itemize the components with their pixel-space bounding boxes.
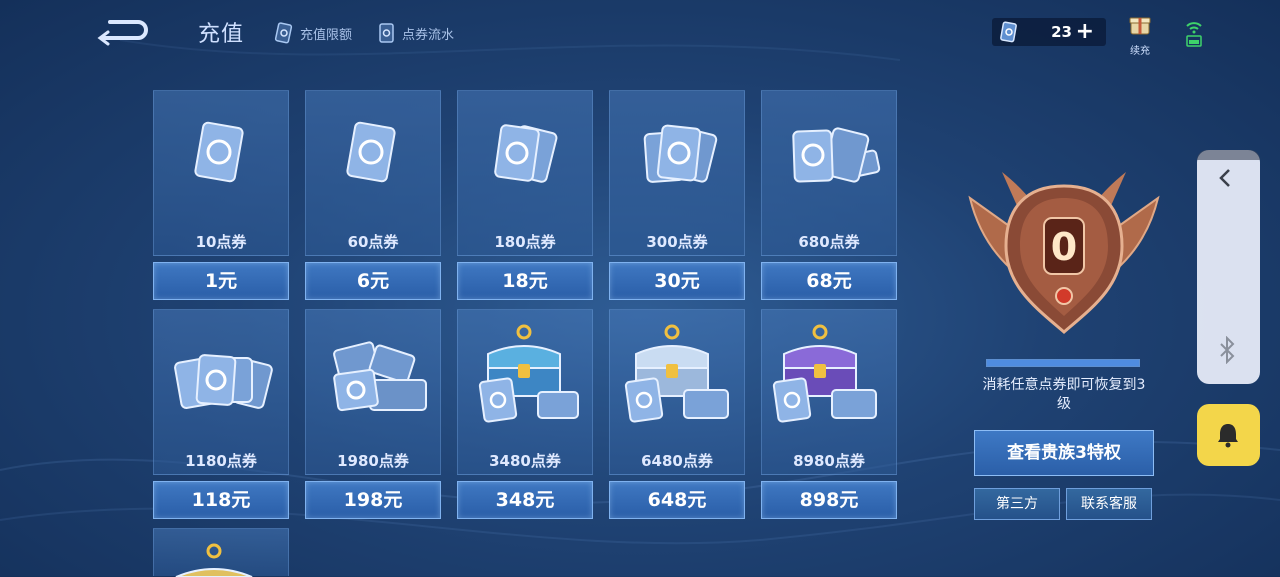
product-tile[interactable]: 60点券 bbox=[305, 90, 441, 256]
bell-icon bbox=[1218, 424, 1238, 448]
product-tile[interactable]: 6480点券 bbox=[609, 309, 745, 475]
wifi-battery-icon bbox=[1186, 22, 1202, 47]
coupon-icon bbox=[792, 127, 881, 183]
treasure-chest-icon bbox=[175, 543, 253, 577]
product-tile[interactable]: 1180点券 bbox=[153, 309, 289, 475]
coupon-icon bbox=[494, 124, 558, 183]
coupon-amount: 680点券 bbox=[798, 233, 860, 251]
product-tile[interactable]: 680点券 bbox=[761, 90, 897, 256]
price-button[interactable]: 30元 bbox=[609, 262, 745, 300]
price-button[interactable]: 6元 bbox=[305, 262, 441, 300]
coupon-amount: 300点券 bbox=[646, 233, 708, 251]
renew-label: 续充 bbox=[1130, 46, 1150, 57]
coupon-icon bbox=[174, 354, 273, 409]
coupon-amount: 180点券 bbox=[494, 233, 556, 251]
back-arrow-icon[interactable] bbox=[96, 16, 150, 46]
renew-button[interactable]: 续充 bbox=[1124, 14, 1156, 57]
noble-progress-fill bbox=[987, 360, 1139, 366]
coupon-record-icon bbox=[379, 23, 394, 43]
coupon-amount: 3480点券 bbox=[489, 452, 561, 470]
price-button[interactable]: 348元 bbox=[457, 481, 593, 519]
treasure-chest-icon bbox=[478, 324, 579, 423]
add-coupon-button[interactable]: + bbox=[1076, 19, 1094, 44]
product-tile[interactable]: 180点券 bbox=[457, 90, 593, 256]
notification-button[interactable] bbox=[1197, 404, 1260, 466]
product-tile[interactable]: 8980点券 bbox=[761, 309, 897, 475]
price-button[interactable]: 68元 bbox=[761, 262, 897, 300]
coupon-amount: 1180点券 bbox=[185, 452, 257, 470]
price-button[interactable]: 118元 bbox=[153, 481, 289, 519]
product-tile[interactable]: 300点券 bbox=[609, 90, 745, 256]
treasure-chest-icon bbox=[624, 324, 729, 423]
coupon-icon bbox=[346, 121, 396, 183]
product-tile[interactable]: 3480点券 bbox=[457, 309, 593, 475]
recharge-limit-link[interactable]: 充值限额 bbox=[274, 22, 352, 44]
coupon-icon bbox=[1000, 21, 1017, 43]
view-privileges-button[interactable]: 查看贵族3特权 bbox=[974, 430, 1154, 476]
coupon-balance: 23 + bbox=[992, 18, 1106, 46]
noble-rank-badge: 0 bbox=[968, 172, 1160, 334]
price-button[interactable]: 198元 bbox=[305, 481, 441, 519]
coupon-amount: 1980点券 bbox=[337, 452, 409, 470]
floating-side-panel bbox=[1197, 150, 1260, 384]
chevron-left-icon[interactable] bbox=[1213, 166, 1237, 190]
coupon-amount: 8980点券 bbox=[793, 452, 865, 470]
price-button[interactable]: 898元 bbox=[761, 481, 897, 519]
gift-box-icon bbox=[1129, 17, 1151, 35]
price-button[interactable]: 648元 bbox=[609, 481, 745, 519]
coupon-record-label: 点券流水 bbox=[402, 27, 455, 43]
product-tile[interactable]: 10点券 bbox=[153, 90, 289, 256]
noble-level: 0 bbox=[1051, 225, 1077, 269]
panel-handle[interactable] bbox=[1197, 150, 1260, 160]
coupon-icon bbox=[194, 121, 244, 183]
coupon-amount: 6480点券 bbox=[641, 452, 713, 470]
restore-hint-text: 消耗任意点券即可恢复到3级 bbox=[982, 377, 1146, 412]
page-title: 充值 bbox=[198, 22, 245, 47]
product-tile-partial[interactable] bbox=[153, 528, 289, 577]
noble-progress-bar bbox=[986, 359, 1140, 367]
coupon-icon bbox=[643, 124, 718, 183]
third-party-button[interactable]: 第三方 bbox=[974, 488, 1060, 520]
recharge-limit-label: 充值限额 bbox=[300, 27, 353, 43]
bluetooth-icon[interactable] bbox=[1215, 336, 1239, 364]
price-button[interactable]: 1元 bbox=[153, 262, 289, 300]
coupon-stack-icon bbox=[333, 341, 427, 412]
coupon-count: 23 bbox=[1051, 23, 1072, 41]
contact-support-button[interactable]: 联系客服 bbox=[1066, 488, 1152, 520]
price-button[interactable]: 18元 bbox=[457, 262, 593, 300]
coupon-amount: 10点券 bbox=[195, 233, 247, 251]
coupon-amount: 60点券 bbox=[347, 233, 399, 251]
coupon-record-link[interactable]: 点券流水 bbox=[376, 22, 454, 44]
treasure-chest-icon bbox=[772, 324, 877, 423]
product-tile[interactable]: 1980点券 bbox=[305, 309, 441, 475]
coupon-card-icon bbox=[274, 22, 293, 44]
